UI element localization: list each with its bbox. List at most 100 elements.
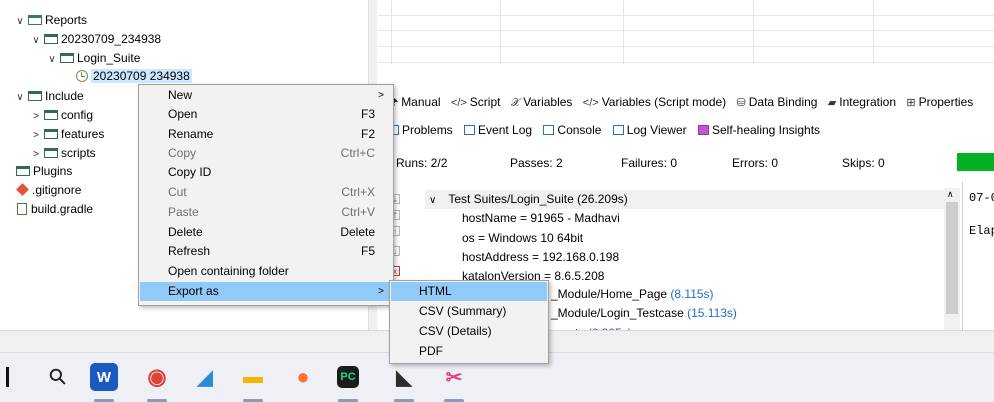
chevron-down-icon[interactable]: ∨	[30, 32, 42, 50]
chrome-icon[interactable]: ◉	[143, 363, 171, 391]
tree-item-label: .gitignore	[32, 183, 82, 197]
log-testcase-row[interactable]: _Module/Home_Page (8.115s)	[551, 285, 714, 304]
menu-item-cut[interactable]: Cut Ctrl+X	[140, 183, 392, 202]
menu-item-open-containing-folder[interactable]: Open containing folder	[140, 262, 392, 281]
log-property-row[interactable]: hostName = 91965 - Madhavi	[462, 209, 620, 228]
skips-count: Skips: 0	[842, 156, 885, 170]
context-menu: New > Open F3 Rename F2 Copy Ctrl+C Copy ID …	[138, 84, 394, 306]
log-root-row[interactable]: ∨ Test Suites/Login_Suite (26.209s)	[429, 190, 628, 209]
testcase-time: (15.113s)	[687, 306, 737, 320]
tab-event-log[interactable]: Event Log	[464, 120, 532, 140]
menu-item-paste[interactable]: Paste Ctrl+V	[140, 203, 392, 222]
chevron-down-icon[interactable]: ∨	[429, 195, 436, 206]
menu-item-label: Open	[168, 107, 198, 121]
integration-icon: ▰	[827, 97, 837, 109]
menu-item-label: Open containing folder	[168, 264, 289, 278]
tab-self-healing-insights[interactable]: Self-healing Insights	[697, 120, 820, 140]
shortcut-label: Ctrl+C	[340, 146, 375, 160]
tab-variables-script-mode[interactable]: </> Variables (Script mode)	[583, 92, 726, 113]
menu-item-new[interactable]: New >	[140, 86, 392, 105]
menu-item-label: Paste	[168, 205, 199, 219]
word-icon[interactable]: W	[90, 363, 118, 391]
chevron-right-icon[interactable]: >	[30, 127, 42, 145]
tree-item-reports[interactable]: ∨ Reports	[14, 11, 87, 29]
tab-label: Variables (Script mode)	[601, 95, 727, 109]
tab-label: Event Log	[478, 123, 533, 137]
grid-line	[500, 0, 501, 64]
chevron-down-icon[interactable]: ∨	[14, 89, 26, 107]
tab-integration[interactable]: ▰ Integration	[828, 92, 896, 113]
shortcut-label: Ctrl+V	[341, 205, 375, 219]
submenu-item-pdf[interactable]: PDF	[391, 342, 547, 361]
menu-item-rename[interactable]: Rename F2	[140, 125, 392, 144]
progress-bar	[957, 153, 994, 171]
snipping-tool-icon[interactable]: ✂	[440, 363, 468, 391]
self-healing-icon	[697, 125, 709, 135]
menu-item-export-as[interactable]: Export as >	[140, 282, 392, 301]
tree-item-label: features	[61, 127, 105, 141]
submenu-item-label: PDF	[419, 344, 443, 358]
log-detail-panel: 07-0 Elap	[962, 182, 994, 342]
log-property-row[interactable]: hostAddress = 192.168.0.198	[462, 248, 619, 267]
report-icon	[76, 70, 88, 82]
tree-item-gitignore[interactable]: .gitignore	[14, 181, 81, 199]
tree-item-features[interactable]: > features	[30, 125, 104, 143]
tree-item-report-selected[interactable]: 20230709 234938	[74, 67, 192, 85]
firefox-icon[interactable]: ●	[289, 363, 317, 391]
tab-script[interactable]: </> Script	[451, 92, 501, 113]
log-property-row[interactable]: os = Windows 10 64bit	[462, 229, 583, 248]
chevron-down-icon[interactable]: ∨	[46, 51, 58, 69]
tab-data-binding[interactable]: ⛁ Data Binding	[737, 92, 818, 113]
chevron-right-icon: >	[378, 90, 384, 101]
tab-manual[interactable]: 🖈Manual	[388, 92, 441, 113]
chevron-right-icon[interactable]: >	[30, 108, 42, 126]
submenu-item-csv-details[interactable]: CSV (Details)	[391, 322, 547, 341]
katalon-icon[interactable]: ◣	[390, 363, 418, 391]
menu-item-copy-id[interactable]: Copy ID	[140, 163, 392, 182]
chevron-right-icon: >	[378, 286, 384, 297]
tree-item-plugins[interactable]: Plugins	[14, 162, 72, 180]
menu-item-label: New	[168, 88, 193, 102]
file-icon	[17, 203, 27, 215]
tree-item-scripts[interactable]: > scripts	[30, 144, 96, 162]
tree-item-build-gradle[interactable]: build.gradle	[14, 200, 93, 218]
menu-item-delete[interactable]: Delete Delete	[140, 223, 392, 242]
tab-variables[interactable]: 𝒳 Variables	[511, 92, 573, 113]
log-root-label: Test Suites/Login_Suite (26.209s)	[448, 192, 628, 206]
grid-line	[378, 15, 994, 16]
menu-item-open[interactable]: Open F3	[140, 105, 392, 124]
search-icon[interactable]: ⚲	[38, 357, 78, 397]
tab-properties[interactable]: ⊞ Properties	[906, 92, 973, 113]
tab-log-viewer[interactable]: Log Viewer	[612, 120, 687, 140]
menu-item-label: Rename	[168, 127, 214, 141]
tab-label: Script	[469, 95, 501, 109]
chevron-down-icon[interactable]: ∨	[14, 13, 26, 31]
tab-console[interactable]: Console	[543, 120, 601, 140]
pycharm-icon[interactable]: PC	[337, 366, 359, 388]
testcase-time: (8.115s)	[670, 287, 714, 301]
submenu-item-html[interactable]: HTML	[391, 282, 547, 301]
tab-label: Log Viewer	[626, 123, 687, 137]
tree-item-report-folder[interactable]: ∨ 20230709_234938	[30, 30, 161, 48]
git-icon	[16, 183, 29, 196]
shortcut-label: F5	[360, 244, 375, 258]
log-testcase-row[interactable]: _Module/Login_Testcase (15.113s)	[551, 304, 737, 323]
log-scrollbar-thumb[interactable]	[946, 202, 958, 314]
tab-problems[interactable]: Problems	[388, 120, 453, 140]
tree-item-config[interactable]: > config	[30, 106, 93, 124]
scroll-up-icon[interactable]: ∧	[947, 189, 954, 200]
grid-line	[378, 46, 994, 47]
testcase-name: _Module/Home_Page	[551, 287, 668, 301]
testcase-name: _Module/Login_Testcase	[551, 306, 684, 320]
file-explorer-icon[interactable]: ▬	[239, 363, 267, 391]
taskbar-edge	[6, 367, 9, 387]
menu-item-copy[interactable]: Copy Ctrl+C	[140, 144, 392, 163]
tree-item-include[interactable]: ∨ Include	[14, 87, 84, 107]
tree-item-label: Plugins	[33, 164, 73, 178]
menu-item-refresh[interactable]: Refresh F5	[140, 242, 392, 261]
tree-item-login-suite[interactable]: ∨ Login_Suite	[46, 49, 140, 67]
windows-store-icon[interactable]: ◢	[191, 363, 219, 391]
tree-item-label: Include	[45, 89, 84, 103]
submenu-item-csv-summary[interactable]: CSV (Summary)	[391, 302, 547, 321]
editor-tab-bar: 🖈Manual </>Script 𝒳Variables </>Variable…	[388, 92, 994, 112]
